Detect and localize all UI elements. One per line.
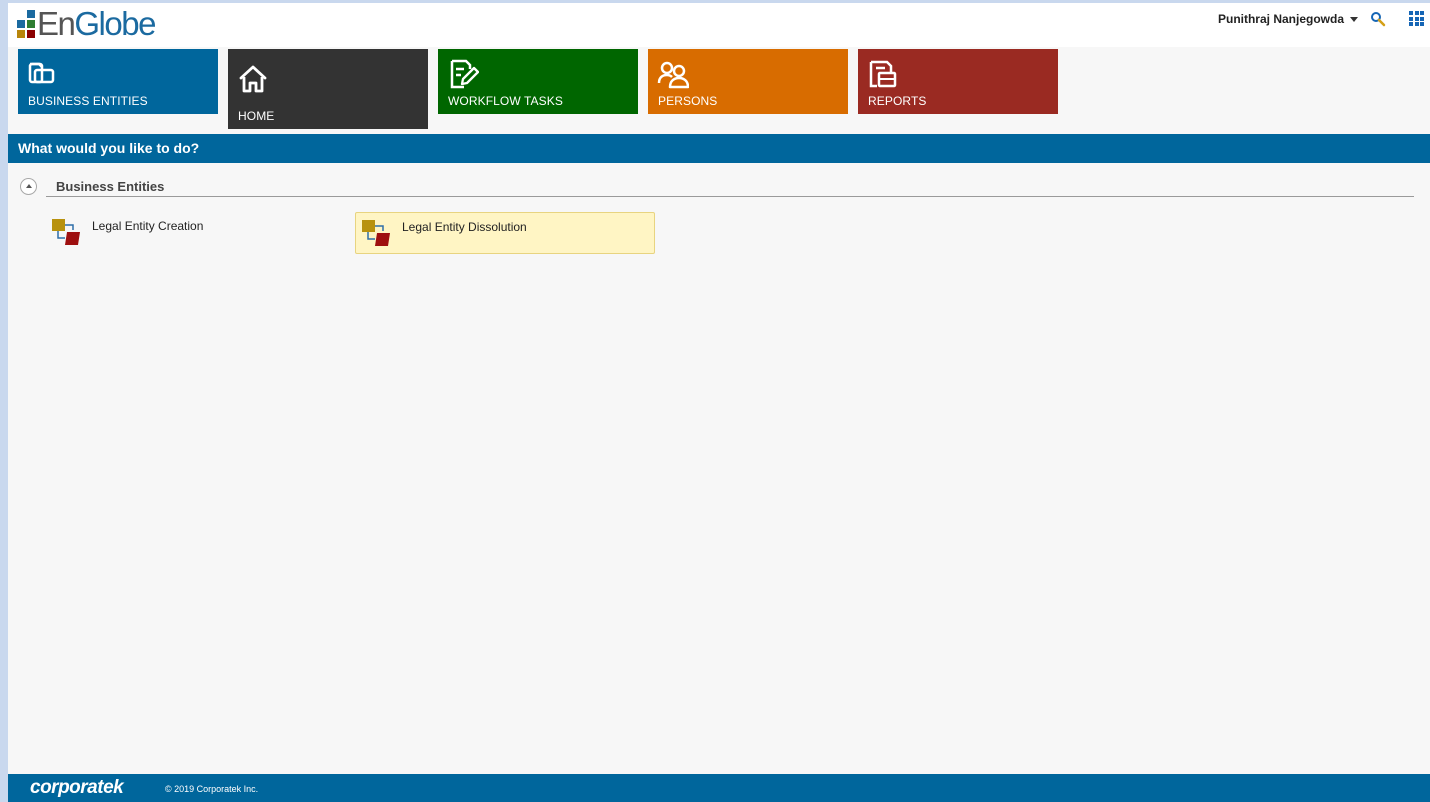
tile-persons[interactable]: PERSONS: [648, 49, 848, 114]
edit-document-icon: [450, 59, 479, 89]
action-item-legal-entity-creation[interactable]: Legal Entity Creation: [46, 212, 346, 254]
collapse-toggle-icon[interactable]: [20, 178, 37, 195]
tile-label: WORKFLOW TASKS: [448, 94, 563, 108]
action-item-label: Legal Entity Creation: [92, 219, 204, 233]
logo-mark-icon: [17, 10, 35, 38]
chevron-down-icon: [1350, 16, 1358, 22]
top-header: EnGlobe Punithraj Nanjegowda: [8, 3, 1430, 47]
logo-text: EnGlobe: [37, 7, 156, 40]
footer-copyright: © 2019 Corporatek Inc.: [165, 784, 259, 794]
logo-suffix: Globe: [74, 5, 156, 42]
action-item-label: Legal Entity Dissolution: [402, 220, 527, 234]
tile-label: REPORTS: [868, 94, 927, 108]
section-title: Business Entities: [56, 179, 165, 194]
search-icon[interactable]: [1370, 11, 1386, 27]
tile-label: PERSONS: [658, 94, 718, 108]
page-footer: corporatek © 2019 Corporatek Inc.: [8, 774, 1430, 802]
app-logo[interactable]: EnGlobe: [17, 7, 156, 40]
apps-grid-icon[interactable]: [1409, 11, 1424, 26]
home-icon: [239, 65, 267, 93]
section-divider: [46, 196, 1414, 197]
folder-icon: [28, 62, 55, 84]
reports-icon: [869, 60, 897, 88]
tile-label: BUSINESS ENTITIES: [28, 94, 148, 108]
section-header: Business Entities: [20, 178, 1414, 197]
app-window: EnGlobe Punithraj Nanjegowda BUSINESS EN…: [0, 0, 1430, 802]
entity-icon: [362, 220, 390, 246]
page-banner: What would you like to do?: [8, 134, 1430, 163]
tile-label: HOME: [238, 109, 275, 123]
footer-brand-logo: corporatek: [30, 777, 124, 798]
action-item-legal-entity-dissolution[interactable]: Legal Entity Dissolution: [355, 212, 655, 254]
user-name: Punithraj Nanjegowda: [1217, 12, 1344, 26]
tile-home[interactable]: HOME: [228, 49, 428, 129]
banner-title: What would you like to do?: [18, 140, 200, 156]
tile-workflow-tasks[interactable]: WORKFLOW TASKS: [438, 49, 638, 114]
user-menu[interactable]: Punithraj Nanjegowda: [1218, 12, 1358, 26]
tile-business-entities[interactable]: BUSINESS ENTITIES: [18, 49, 218, 114]
tile-reports[interactable]: REPORTS: [858, 49, 1058, 114]
persons-icon: [657, 61, 689, 89]
logo-prefix: En: [37, 5, 76, 42]
entity-icon: [52, 219, 80, 245]
